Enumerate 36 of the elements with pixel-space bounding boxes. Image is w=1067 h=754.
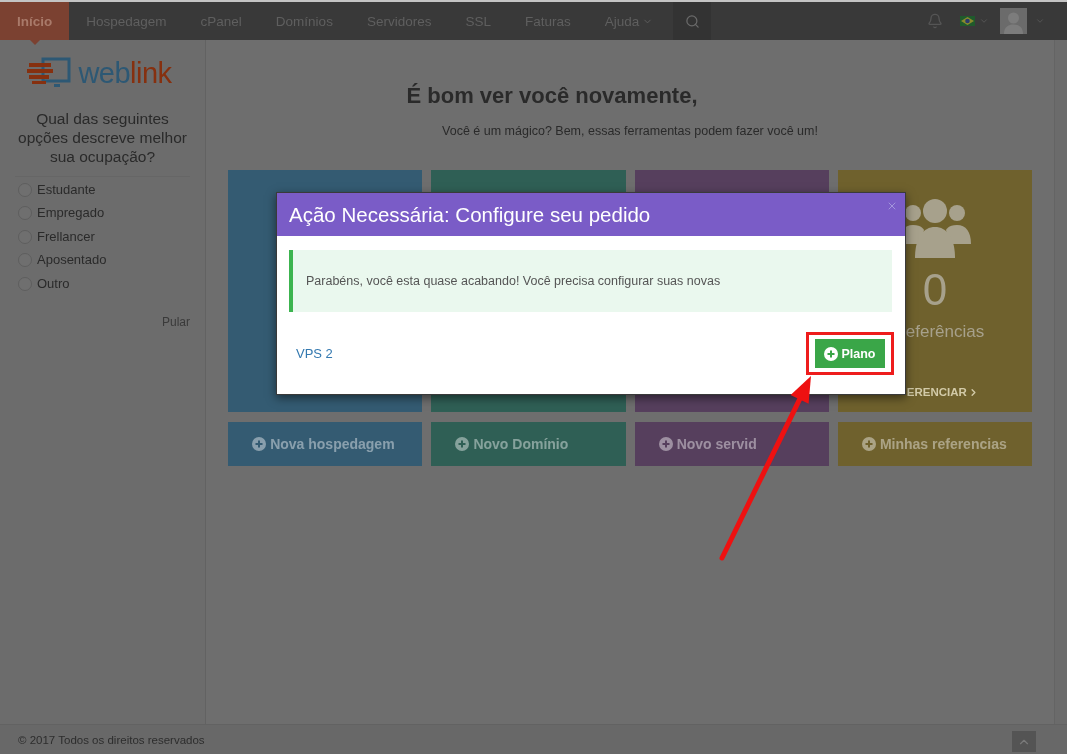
plus-circle-icon xyxy=(824,346,839,361)
option-label[interactable]: Aposentado xyxy=(37,252,107,269)
scroll-top-button[interactable] xyxy=(1012,731,1036,752)
search-icon xyxy=(684,13,700,29)
plus-circle-icon xyxy=(455,437,470,451)
referral-count: 0 xyxy=(922,268,948,312)
product-link[interactable]: VPS 2 xyxy=(296,346,333,361)
flag-icon[interactable] xyxy=(960,16,975,26)
option-label[interactable]: Empregado xyxy=(37,205,105,222)
page-subtitle: Você é um mágico? Bem, essas ferramentas podem fazer você um! xyxy=(441,123,819,139)
search-button[interactable] xyxy=(673,2,712,40)
card-label: eferências xyxy=(905,322,985,342)
plus-circle-icon xyxy=(658,437,673,451)
question-text: Qual das seguintes opções descreve melhor sua ocupação? xyxy=(17,109,188,166)
tab-pointer-icon xyxy=(29,40,40,45)
avatar-icon[interactable] xyxy=(1000,8,1027,34)
action-button[interactable]: Nova hospedagem xyxy=(228,422,423,466)
nav-tab[interactable]: Início xyxy=(0,2,70,40)
modal-title: Ação Necessária: Configure seu pedido xyxy=(289,202,651,227)
action-button[interactable]: Minhas referencias xyxy=(837,422,1032,466)
bell-icon[interactable] xyxy=(927,13,943,29)
logo-text: weblink xyxy=(78,56,172,90)
plan-button[interactable]: Plano xyxy=(815,339,885,368)
action-button[interactable]: Novo Domínio xyxy=(431,422,626,466)
close-button[interactable] xyxy=(886,200,898,212)
logo-icon xyxy=(27,57,74,89)
close-icon xyxy=(886,200,898,212)
option-label[interactable]: Estudante xyxy=(37,181,96,198)
plus-circle-icon xyxy=(861,437,876,451)
plus-circle-icon xyxy=(252,437,267,451)
alert-message: Parabéns, você esta quase acabando! Você precisa configurar suas novas xyxy=(289,250,892,312)
option-label[interactable]: Outro xyxy=(37,275,70,292)
page-heading: É bom ver você novamente, xyxy=(405,83,699,109)
option-label[interactable]: Frellancer xyxy=(37,228,95,245)
action-button[interactable]: Novo servid xyxy=(634,422,829,466)
card-link[interactable]: ERENCIAR xyxy=(906,385,979,399)
